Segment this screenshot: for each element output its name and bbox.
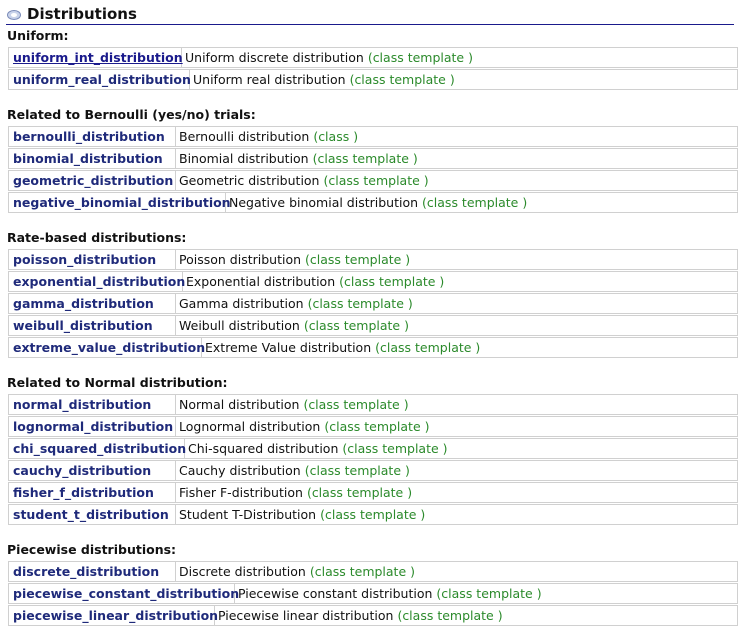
- distribution-description: Geometric distribution: [179, 173, 320, 188]
- table-row: fisher_f_distribution Fisher F-distribut…: [8, 482, 738, 503]
- distribution-description: Normal distribution: [179, 397, 300, 412]
- distribution-kind: (class template ): [397, 608, 503, 623]
- table-row: normal_distribution Normal distribution …: [8, 394, 738, 415]
- distribution-kind: (class template ): [312, 151, 418, 166]
- table-row: uniform_int_distribution Uniform discret…: [8, 47, 738, 68]
- distribution-link[interactable]: piecewise_linear_distribution: [9, 606, 218, 625]
- distribution-description: Extreme Value distribution: [205, 340, 372, 355]
- table-row: bernoulli_distribution Bernoulli distrib…: [8, 126, 738, 147]
- section-header-uniform: Uniform:: [7, 28, 69, 43]
- distribution-kind: (class template ): [323, 173, 429, 188]
- distribution-link[interactable]: lognormal_distribution: [9, 417, 176, 436]
- section-header-piecewise: Piecewise distributions:: [7, 542, 177, 557]
- distribution-link[interactable]: binomial_distribution: [9, 149, 176, 168]
- distribution-kind: (class template ): [306, 485, 413, 500]
- table-row: geometric_distribution Geometric distrib…: [8, 170, 738, 191]
- table-row: chi_squared_distribution Chi-squared dis…: [8, 438, 738, 459]
- distribution-description: Binomial distribution: [179, 151, 309, 166]
- distribution-description: Weibull distribution: [179, 318, 300, 333]
- distribution-description: Chi-squared distribution: [188, 441, 339, 456]
- table-piecewise: discrete_distribution Discrete distribut…: [8, 561, 738, 627]
- distribution-link[interactable]: student_t_distribution: [9, 505, 176, 524]
- distribution-link[interactable]: gamma_distribution: [9, 294, 176, 313]
- distribution-kind: (class template ): [339, 274, 445, 289]
- distribution-kind: (class template ): [375, 340, 481, 355]
- distribution-link[interactable]: uniform_int_distribution: [9, 48, 183, 67]
- distribution-link[interactable]: chi_squared_distribution: [9, 439, 186, 458]
- table-normal: normal_distribution Normal distribution …: [8, 394, 738, 526]
- page-title: Distributions: [27, 5, 137, 23]
- page-title-bar: Distributions: [6, 4, 734, 25]
- table-row: piecewise_constant_distribution Piecewis…: [8, 583, 738, 604]
- table-row: weibull_distribution Weibull distributio…: [8, 315, 738, 336]
- section-header-rate-based: Rate-based distributions:: [7, 230, 187, 245]
- table-row: negative_binomial_distribution Negative …: [8, 192, 738, 213]
- distribution-description: Gamma distribution: [179, 296, 304, 311]
- distribution-link[interactable]: normal_distribution: [9, 395, 176, 414]
- distribution-link[interactable]: uniform_real_distribution: [9, 70, 191, 89]
- table-row: extreme_value_distribution Extreme Value…: [8, 337, 738, 358]
- table-row: discrete_distribution Discrete distribut…: [8, 561, 738, 582]
- distribution-description: Piecewise linear distribution: [218, 608, 394, 623]
- table-row: student_t_distribution Student T-Distrib…: [8, 504, 738, 525]
- table-bernoulli: bernoulli_distribution Bernoulli distrib…: [8, 126, 738, 214]
- distribution-kind: (class template ): [305, 252, 411, 267]
- distribution-description: Student T-Distribution: [179, 507, 317, 522]
- distribution-kind: (class template ): [436, 586, 542, 601]
- distribution-kind: (class template ): [367, 50, 473, 65]
- table-row: cauchy_distribution Cauchy distribution …: [8, 460, 738, 481]
- section-header-normal: Related to Normal distribution:: [7, 375, 228, 390]
- distribution-link[interactable]: piecewise_constant_distribution: [9, 584, 239, 603]
- distribution-link[interactable]: poisson_distribution: [9, 250, 176, 269]
- distribution-description: Poisson distribution: [179, 252, 302, 267]
- table-row: lognormal_distribution Lognormal distrib…: [8, 416, 738, 437]
- distribution-kind: (class template ): [309, 564, 416, 579]
- distribution-link[interactable]: extreme_value_distribution: [9, 338, 205, 357]
- distribution-description: Exponential distribution: [186, 274, 336, 289]
- section-header-bernoulli: Related to Bernoulli (yes/no) trials:: [7, 107, 256, 122]
- distribution-kind: (class template ): [422, 195, 528, 210]
- distribution-description: Fisher F-distribution: [179, 485, 303, 500]
- distribution-link[interactable]: negative_binomial_distribution: [9, 193, 231, 212]
- distribution-kind: (class template ): [349, 72, 455, 87]
- table-rate-based: poisson_distribution Poisson distributio…: [8, 249, 738, 359]
- distribution-kind: (class template ): [320, 507, 426, 522]
- table-row: uniform_real_distribution Uniform real d…: [8, 69, 738, 90]
- distribution-description: Negative binomial distribution: [229, 195, 419, 210]
- distribution-description: Discrete distribution: [179, 564, 306, 579]
- distribution-description: Bernoulli distribution: [179, 129, 310, 144]
- distribution-description: Cauchy distribution: [179, 463, 301, 478]
- distribution-kind: (class template ): [324, 419, 430, 434]
- distribution-description: Lognormal distribution: [179, 419, 321, 434]
- distribution-link[interactable]: exponential_distribution: [9, 272, 185, 291]
- distribution-kind: (class ): [313, 129, 359, 144]
- distribution-description: Uniform real distribution: [193, 72, 346, 87]
- section-bullet-icon: [7, 8, 21, 20]
- distribution-kind: (class template ): [307, 296, 413, 311]
- distribution-link[interactable]: cauchy_distribution: [9, 461, 176, 480]
- table-uniform: uniform_int_distribution Uniform discret…: [8, 47, 738, 91]
- distribution-description: Piecewise constant distribution: [238, 586, 433, 601]
- table-row: poisson_distribution Poisson distributio…: [8, 249, 738, 270]
- distribution-link[interactable]: weibull_distribution: [9, 316, 176, 335]
- distribution-kind: (class template ): [304, 463, 410, 478]
- table-row: gamma_distribution Gamma distribution (c…: [8, 293, 738, 314]
- distribution-link[interactable]: fisher_f_distribution: [9, 483, 176, 502]
- table-row: exponential_distribution Exponential dis…: [8, 271, 738, 292]
- distribution-kind: (class template ): [303, 397, 409, 412]
- table-row: binomial_distribution Binomial distribut…: [8, 148, 738, 169]
- distribution-description: Uniform discrete distribution: [185, 50, 364, 65]
- distribution-link[interactable]: bernoulli_distribution: [9, 127, 176, 146]
- table-row: piecewise_linear_distribution Piecewise …: [8, 605, 738, 626]
- distribution-kind: (class template ): [303, 318, 409, 333]
- distribution-kind: (class template ): [342, 441, 448, 456]
- distribution-link[interactable]: geometric_distribution: [9, 171, 176, 190]
- distribution-link[interactable]: discrete_distribution: [9, 562, 176, 581]
